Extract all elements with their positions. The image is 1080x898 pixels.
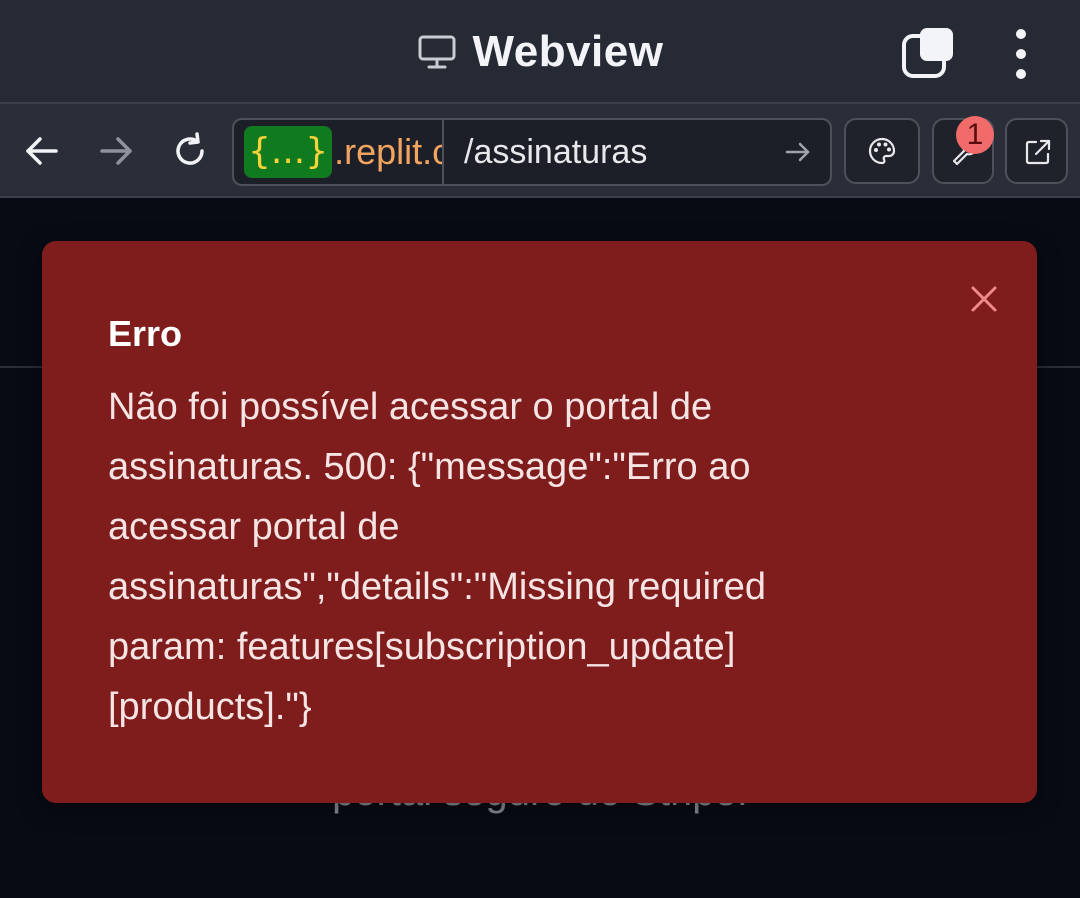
arrow-left-icon[interactable] bbox=[22, 131, 62, 171]
navigation-bar: {...} .replit.c /assinaturas bbox=[0, 104, 1080, 198]
external-link-icon bbox=[1025, 139, 1051, 165]
go-arrow-icon[interactable] bbox=[784, 138, 812, 166]
close-icon[interactable] bbox=[968, 283, 1000, 315]
domain-badge: {...} bbox=[244, 126, 333, 178]
monitor-icon bbox=[418, 35, 455, 69]
error-toast: Erro Não foi possível acessar o portal d… bbox=[42, 241, 1037, 803]
domain-text: .replit.c bbox=[334, 131, 442, 172]
window-title: Webview bbox=[472, 27, 664, 76]
arrow-right-icon[interactable] bbox=[96, 131, 136, 171]
reload-icon[interactable] bbox=[170, 131, 210, 171]
palette-button[interactable] bbox=[844, 118, 920, 184]
url-bar[interactable]: {...} .replit.c /assinaturas bbox=[232, 118, 832, 186]
kebab-menu-icon[interactable] bbox=[1004, 26, 1038, 82]
tabs-icon[interactable] bbox=[900, 26, 956, 82]
toast-title: Erro bbox=[108, 313, 183, 354]
toast-message: Não foi possível acessar o portal de ass… bbox=[108, 386, 767, 728]
url-domain: {...} .replit.c bbox=[234, 120, 442, 184]
palette-icon bbox=[868, 137, 896, 165]
notification-badge: 1 bbox=[956, 116, 994, 154]
url-path[interactable]: /assinaturas bbox=[464, 120, 647, 184]
title-bar: Webview bbox=[0, 0, 1080, 104]
open-external-button[interactable] bbox=[1005, 118, 1068, 184]
url-divider bbox=[442, 120, 444, 184]
